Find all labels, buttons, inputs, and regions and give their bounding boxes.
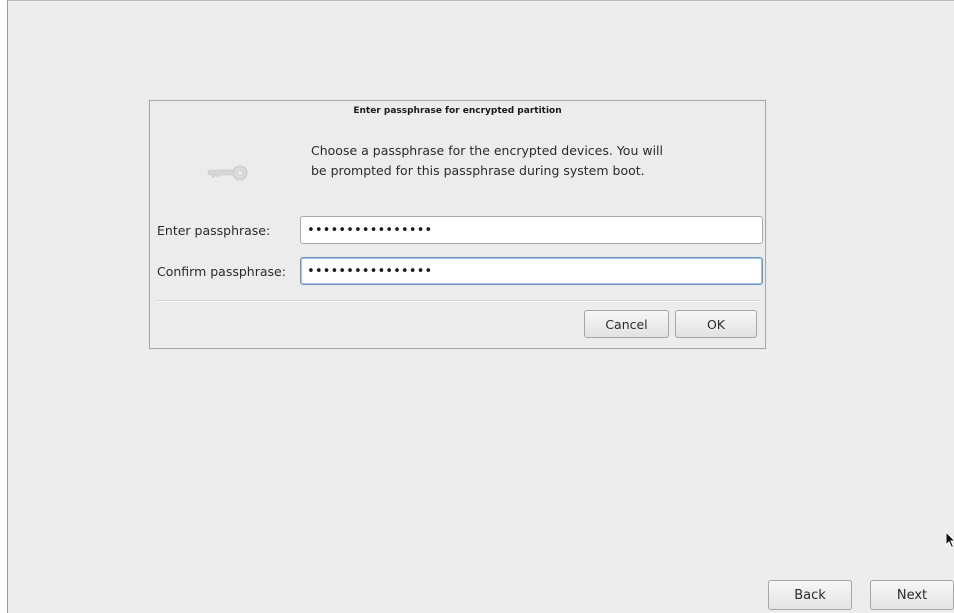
passphrase-dialog: Enter passphrase for encrypted partition… [149,100,766,349]
back-button[interactable]: Back [768,580,852,610]
cancel-button[interactable]: Cancel [584,310,669,338]
enter-passphrase-field[interactable] [300,216,763,244]
ok-button[interactable]: OK [675,310,757,338]
next-button[interactable]: Next [870,580,954,610]
key-icon [207,165,248,181]
dialog-message: Choose a passphrase for the encrypted de… [311,143,663,178]
enter-passphrase-label: Enter passphrase: [157,223,271,238]
confirm-passphrase-label: Confirm passphrase: [157,264,286,279]
mouse-pointer-icon [945,531,954,549]
dialog-separator [156,300,759,302]
confirm-passphrase-field[interactable] [300,257,763,285]
dialog-title: Enter passphrase for encrypted partition [353,106,562,116]
installer-screen: Enter passphrase for encrypted partition… [7,0,954,613]
